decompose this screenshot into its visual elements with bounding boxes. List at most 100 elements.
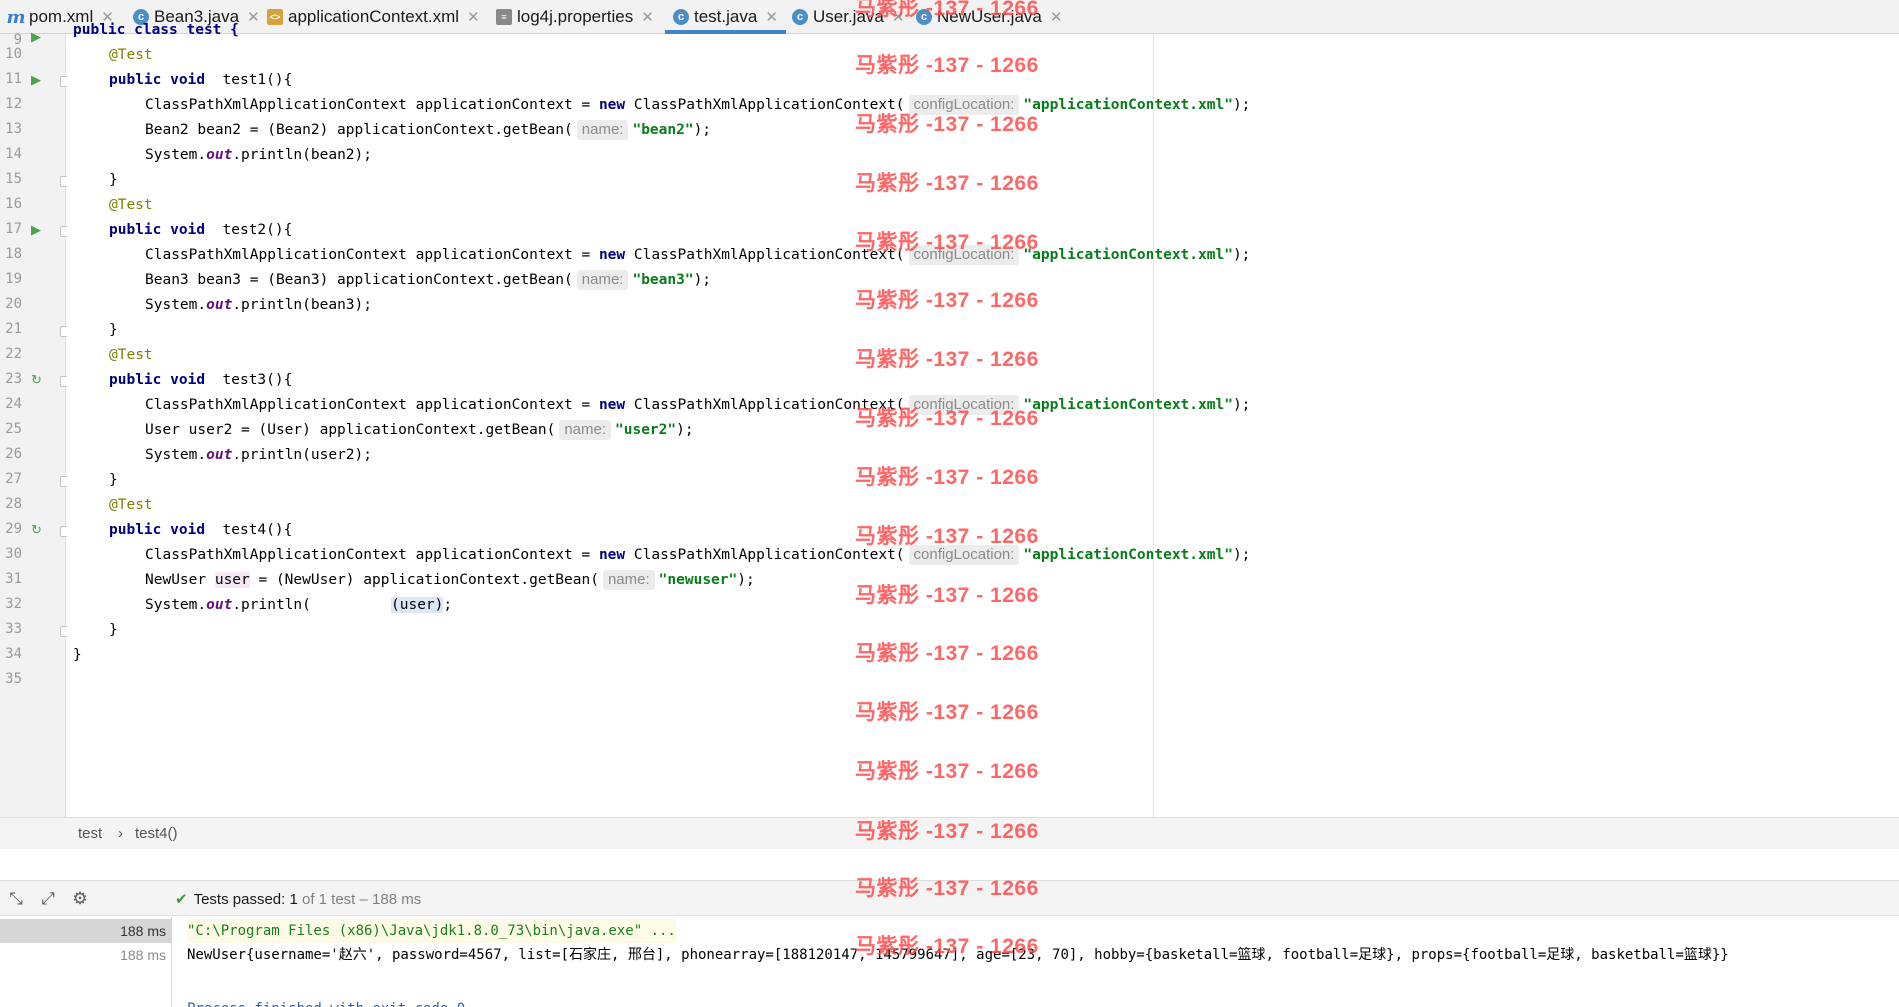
line-number: 15 [5,171,22,187]
tab-label: test.java [694,7,758,26]
parameter-hint: name: [576,270,629,290]
test-tree-row[interactable]: 188 ms [0,943,172,967]
close-icon[interactable]: ✕ [467,8,480,26]
code-line: @Test [109,497,153,513]
code-line: } [109,472,118,488]
code-line: public void test4(){ [109,522,293,538]
line-number: 21 [5,321,22,337]
watermark: 马紫彤 -137 - 1266 [855,231,1039,254]
code-line: Bean2 bean2 = (Bean2) applicationContext… [145,120,712,140]
watermark: 马紫彤 -137 - 1266 [855,0,1039,20]
tab-log4j-properties[interactable]: ≡ log4j.properties ✕ [496,0,654,34]
line-number: 9 [13,32,22,44]
line-number: 30 [5,546,22,562]
parameter-hint: name: [576,120,629,140]
code-line: public class test { [73,22,239,38]
editor-gutter: 9 10 11 12 13 14 15 16 17 18 19 20 21 22… [0,30,71,817]
export-icon[interactable]: ⤢ [38,889,58,909]
line-number: 32 [5,596,22,612]
line-number: 28 [5,496,22,512]
line-number: 12 [5,96,22,112]
code-line: } [73,647,82,663]
line-number: 34 [5,646,22,662]
collapse-icon[interactable]: ⤡ [6,889,26,909]
watermark: 马紫彤 -137 - 1266 [855,289,1039,312]
code-line: Bean3 bean3 = (Bean3) applicationContext… [145,270,712,290]
console-line-exit: Process finished with exit code 0 [187,997,465,1007]
code-line: System.out.println(bean3); [145,297,372,313]
rerun-test-icon[interactable]: ↻ [31,373,45,387]
tab-applicationcontext-xml[interactable]: <> applicationContext.xml ✕ [267,0,480,34]
code-line: User user2 = (User) applicationContext.g… [145,420,694,440]
line-number: 25 [5,421,22,437]
watermark: 马紫彤 -137 - 1266 [855,113,1039,136]
java-class-icon: c [792,9,808,25]
test-tree-row[interactable]: 188 ms [0,919,172,943]
code-line: public void test3(){ [109,372,293,388]
parameter-hint: name: [559,420,612,440]
watermark: 马紫彤 -137 - 1266 [855,54,1039,77]
watermark: 马紫彤 -137 - 1266 [855,701,1039,724]
code-line: ClassPathXmlApplicationContext applicati… [145,95,1251,115]
watermark: 马紫彤 -137 - 1266 [855,877,1039,900]
gear-icon[interactable]: ⚙ [70,889,90,909]
watermark: 马紫彤 -137 - 1266 [855,172,1039,195]
code-line-current-args: (user); [391,597,453,613]
line-number: 23 [5,371,22,387]
watermark: 马紫彤 -137 - 1266 [855,407,1039,430]
code-line: ClassPathXmlApplicationContext applicati… [145,545,1251,565]
breadcrumb-item-method[interactable]: test4() [135,825,178,842]
watermark: 马紫彤 -137 - 1266 [855,584,1039,607]
parameter-hint: name: [602,570,655,590]
line-number: 11 [5,71,22,87]
line-number: 18 [5,246,22,262]
code-line: public void test1(){ [109,72,293,88]
line-number: 14 [5,146,22,162]
breadcrumb-item-class[interactable]: test [78,825,102,842]
line-number: 27 [5,471,22,487]
run-test-icon[interactable]: ▶ [31,30,45,44]
watermark: 马紫彤 -137 - 1266 [855,935,1039,958]
properties-file-icon: ≡ [496,9,512,25]
code-line: } [109,322,118,338]
line-number: 24 [5,396,22,412]
test-tree: 188 ms 188 ms [0,917,172,1007]
code-line: @Test [109,197,153,213]
watermark: 马紫彤 -137 - 1266 [855,820,1039,843]
line-number: 17 [5,221,22,237]
run-test-icon[interactable]: ▶ [31,73,45,87]
line-number: 31 [5,571,22,587]
tab-test-java[interactable]: c test.java ✕ [665,0,786,34]
run-test-icon[interactable]: ▶ [31,223,45,237]
right-margin-guide [1153,34,1154,817]
code-line: ClassPathXmlApplicationContext applicati… [145,245,1251,265]
code-line: @Test [109,47,153,63]
line-number: 35 [5,671,22,687]
console-line-command: "C:\Program Files (x86)\Java\jdk1.8.0_73… [187,919,676,943]
watermark: 马紫彤 -137 - 1266 [855,466,1039,489]
close-icon[interactable]: ✕ [1050,8,1063,26]
close-icon[interactable]: ✕ [641,8,654,26]
close-icon[interactable]: ✕ [247,8,260,26]
watermark: 马紫彤 -137 - 1266 [855,525,1039,548]
breadcrumb-separator: › [118,825,123,842]
code-line: NewUser user = (NewUser) applicationCont… [145,570,755,590]
tab-label: log4j.properties [517,7,634,26]
code-line: @Test [109,347,153,363]
xml-file-icon: <> [267,9,283,25]
rerun-test-icon[interactable]: ↻ [31,523,45,537]
maven-icon: m [6,6,26,28]
code-line: System.out.println(bean2); [145,147,372,163]
line-number: 26 [5,446,22,462]
line-number: 16 [5,196,22,212]
test-status: ✔ Tests passed: 1 of 1 test – 188 ms [175,891,422,908]
close-icon[interactable]: ✕ [765,8,778,26]
line-number: 13 [5,121,22,137]
line-number: 22 [5,346,22,362]
line-number: 33 [5,621,22,637]
code-line: } [109,622,118,638]
code-line: System.out.println(user2); [145,447,372,463]
line-number: 29 [5,521,22,537]
watermark: 马紫彤 -137 - 1266 [855,760,1039,783]
code-line: } [109,172,118,188]
